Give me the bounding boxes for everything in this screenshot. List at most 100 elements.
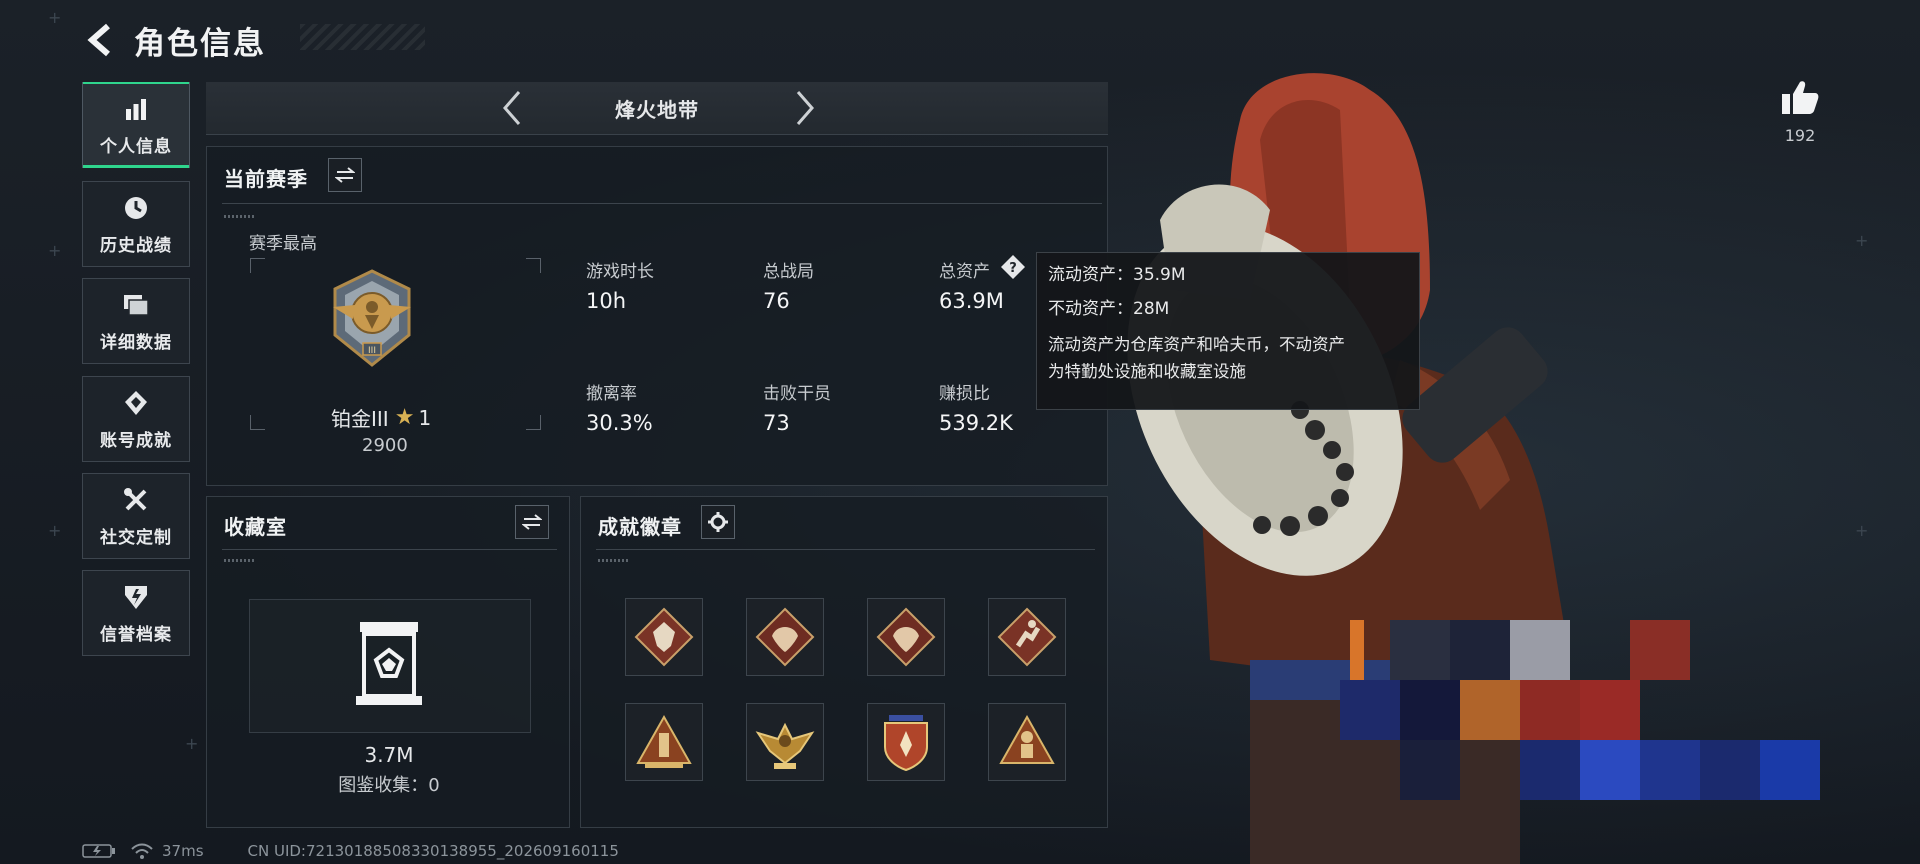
frame-corner	[526, 415, 541, 430]
shield-badge-icon	[884, 715, 928, 772]
collection-preview[interactable]	[249, 599, 531, 733]
nav-label: 账号成就	[100, 430, 172, 451]
frame-corner	[526, 258, 541, 273]
runner-badge-icon	[997, 607, 1057, 667]
stat-label: 撤离率	[586, 384, 637, 404]
eagle-badge-icon	[755, 722, 815, 769]
tooltip-liquid-assets: 流动资产：35.9M	[1048, 265, 1186, 285]
mode-next-button[interactable]	[785, 88, 825, 128]
nav-achievements[interactable]: 账号成就	[82, 376, 190, 462]
achievement-diamond-icon	[121, 388, 151, 418]
badge-slot[interactable]	[625, 598, 703, 676]
frame-corner	[250, 258, 265, 273]
user-uid: CN UID:72130188508330138955_202609160115	[247, 842, 619, 860]
nav-personal-info[interactable]: 个人信息	[82, 82, 190, 168]
codex-count: 图鉴收集：0	[338, 775, 440, 796]
wifi-icon	[131, 843, 153, 859]
divider	[596, 549, 1095, 550]
mode-prev-button[interactable]	[492, 88, 532, 128]
nav-label: 社交定制	[100, 527, 172, 548]
decor-dots	[598, 559, 628, 562]
badge-slot[interactable]	[746, 598, 824, 676]
nav-reputation[interactable]: 信誉档案	[82, 570, 190, 656]
collection-switch-button[interactable]	[515, 505, 549, 539]
stat-value: 10h	[586, 289, 627, 313]
collection-panel-title: 收藏室	[224, 515, 287, 539]
tooltip-desc-line: 流动资产为仓库资产和哈夫币，不动资产	[1048, 335, 1345, 354]
stat-value: 30.3%	[586, 411, 653, 435]
season-best-label: 赛季最高	[249, 234, 317, 254]
folders-icon	[121, 290, 151, 320]
wolf-badge-icon	[634, 607, 694, 667]
pyramid-badge-icon	[636, 714, 692, 768]
stat-label: 游戏时长	[586, 262, 654, 282]
stat-value: 539.2K	[939, 411, 1013, 435]
dragon-badge-icon	[876, 607, 936, 667]
asset-help-icon[interactable]: ?	[1000, 254, 1026, 280]
rank-emblem-icon: III	[325, 269, 419, 369]
stat-value: 63.9M	[939, 289, 1004, 313]
swap-arrows-icon	[335, 167, 355, 183]
nav-label: 个人信息	[100, 136, 172, 157]
badge-slot[interactable]	[625, 703, 703, 781]
badges-settings-button[interactable]	[701, 505, 735, 539]
current-season-panel: 当前赛季 赛季最高 III 铂金III ★ 1 2900 游戏时长 10h 总战…	[206, 146, 1108, 486]
rank-info: 铂金III ★ 1	[331, 403, 431, 432]
status-bar: 37ms CN UID:72130188508330138955_2026091…	[82, 842, 619, 860]
stat-label: 赚损比	[939, 384, 990, 404]
badge-slot[interactable]	[746, 703, 824, 781]
nav-detailed-data[interactable]: 详细数据	[82, 278, 190, 364]
display-case-icon	[354, 620, 424, 712]
gear-icon	[708, 512, 728, 532]
stat-label: 总战局	[763, 262, 814, 282]
star-icon: ★	[394, 405, 415, 430]
thumbs-up-icon	[1782, 81, 1819, 114]
mode-switcher: 烽火地带	[206, 82, 1108, 135]
collection-value: 3.7M	[364, 743, 414, 767]
tooltip-fixed-assets: 不动资产：28M	[1048, 299, 1170, 319]
history-clock-icon	[121, 193, 151, 223]
tools-icon	[121, 485, 151, 515]
season-switch-button[interactable]	[328, 158, 362, 192]
nav-label: 历史战绩	[100, 235, 172, 256]
badges-panel-title: 成就徽章	[598, 515, 682, 539]
svg-text:?: ?	[1009, 261, 1017, 276]
title-decor	[300, 24, 425, 50]
back-arrow-icon	[87, 23, 110, 57]
like-button[interactable]: 192	[1770, 78, 1830, 145]
grid-cross-mark: +	[48, 241, 62, 260]
nav-social-custom[interactable]: 社交定制	[82, 473, 190, 559]
dragon-badge-icon	[755, 607, 815, 667]
badge-slot[interactable]	[988, 703, 1066, 781]
nav-history[interactable]: 历史战绩	[82, 181, 190, 267]
frame-corner	[250, 415, 265, 430]
chevron-right-icon	[796, 91, 814, 125]
reputation-shield-icon	[121, 582, 151, 612]
stat-label: 总资产	[939, 262, 990, 282]
grid-cross-mark: +	[185, 734, 199, 753]
rank-stars: 1	[418, 405, 432, 430]
stat-value: 76	[763, 289, 790, 313]
tooltip-description: 流动资产为仓库资产和哈夫币，不动资产 为特勤处设施和收藏室设施	[1048, 331, 1408, 385]
asset-tooltip: 流动资产：35.9M 不动资产：28M 流动资产为仓库资产和哈夫币，不动资产 为…	[1036, 252, 1420, 410]
badge-slot[interactable]	[867, 598, 945, 676]
stat-value: 73	[763, 411, 790, 435]
bar-chart-icon	[121, 94, 151, 124]
decor-dots	[224, 559, 254, 562]
back-button[interactable]	[82, 18, 116, 62]
divider	[222, 203, 1102, 204]
ping-value: 37ms	[162, 842, 204, 860]
decor-dots	[224, 215, 254, 218]
nav-label: 信誉档案	[100, 624, 172, 645]
badge-slot[interactable]	[988, 598, 1066, 676]
tooltip-desc-line: 为特勤处设施和收藏室设施	[1048, 362, 1246, 381]
grid-cross-mark: +	[48, 8, 62, 27]
soldier-badge-icon	[999, 714, 1055, 764]
grid-cross-mark: +	[48, 521, 62, 540]
badge-slot[interactable]	[867, 703, 945, 781]
chevron-left-icon	[503, 91, 521, 125]
collection-panel: 收藏室 3.7M 图鉴收集：0	[206, 496, 570, 828]
nav-label: 详细数据	[100, 332, 172, 353]
mode-title: 烽火地带	[615, 97, 699, 122]
rank-name: 铂金III	[331, 407, 389, 431]
